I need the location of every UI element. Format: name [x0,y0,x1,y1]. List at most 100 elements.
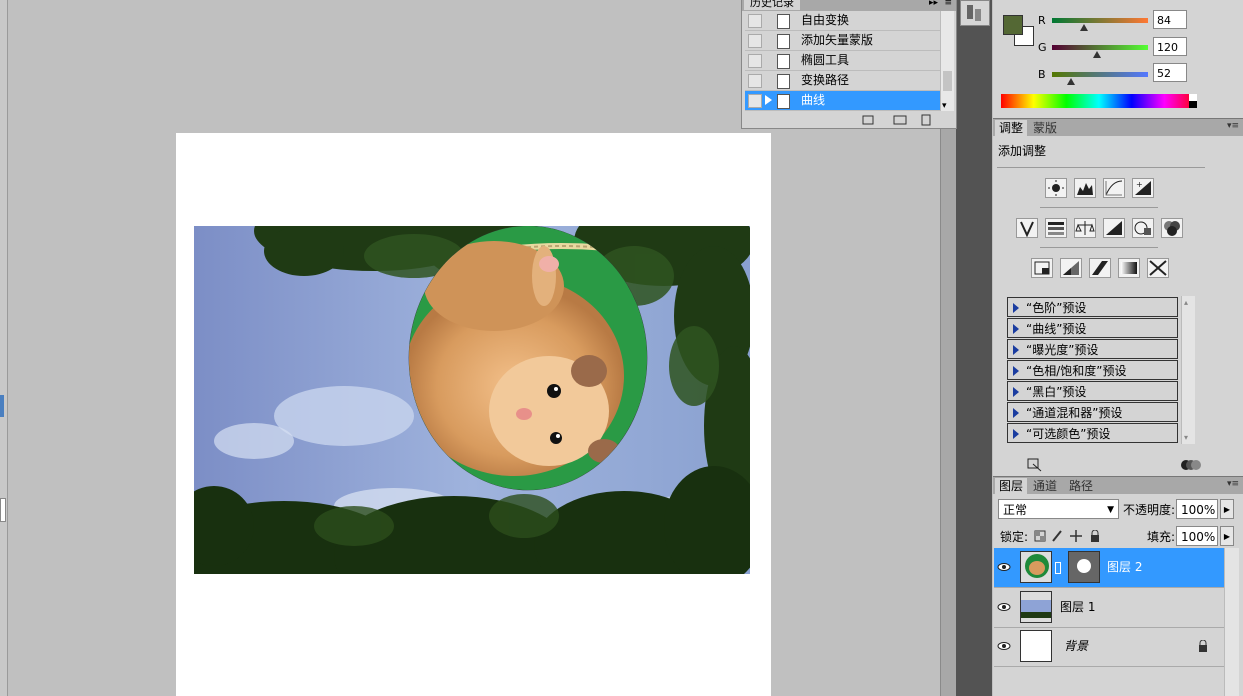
visibility-eye-icon[interactable] [997,600,1011,614]
lock-transparent-icon[interactable] [1034,530,1046,545]
panel-menu-icon[interactable]: ▾≡ [1227,479,1239,489]
tab-layers[interactable]: 图层 [995,478,1028,494]
preset-item[interactable]: “色阶”预设 [1007,297,1178,317]
scroll-down-icon[interactable]: ▾ [942,101,947,111]
opacity-field[interactable]: 100% [1176,499,1218,519]
opacity-arrow-button[interactable]: ▶ [1220,499,1234,519]
black-white-swatch[interactable] [1189,94,1197,108]
r-value-field[interactable]: 84 [1153,10,1187,29]
panel-menu-icon[interactable]: ▾≡ [1227,121,1239,131]
expand-triangle-icon[interactable] [1013,387,1019,397]
history-item-label: 变换路径 [801,73,850,87]
exposure-icon[interactable]: + [1132,178,1154,198]
scroll-up-icon[interactable]: ▴ [1184,298,1188,307]
black-white-icon[interactable] [1103,218,1125,238]
color-spectrum-bar[interactable] [1001,94,1197,108]
b-value-field[interactable]: 52 [1153,63,1187,82]
scroll-down-icon[interactable]: ▾ [1184,433,1188,442]
clip-to-layer-icon[interactable] [1027,458,1043,475]
scroll-thumb[interactable] [943,71,952,91]
preset-item[interactable]: “可选颜色”预设 [1007,423,1178,443]
lock-pixels-icon[interactable] [1051,530,1063,545]
r-slider-thumb[interactable] [1080,24,1088,31]
layer-name[interactable]: 图层 1 [1060,588,1095,627]
preset-item[interactable]: “色相/饱和度”预设 [1007,360,1178,380]
color-balance-icon[interactable] [1074,218,1096,238]
preset-item[interactable]: “曲线”预设 [1007,318,1178,338]
layer-row-background[interactable]: 背景 [994,627,1224,667]
layer-row-2[interactable]: 图层 2 [994,548,1224,588]
layer-thumbnail[interactable] [1020,591,1052,623]
selective-color-icon[interactable] [1147,258,1169,278]
expand-triangle-icon[interactable] [1013,303,1019,313]
r-slider[interactable] [1052,18,1148,23]
layer-row-1[interactable]: 图层 1 [994,588,1224,628]
expand-triangle-icon[interactable] [1013,429,1019,439]
hue-saturation-icon[interactable] [1045,218,1067,238]
layer-name[interactable]: 图层 2 [1107,548,1142,587]
preset-item[interactable]: “曝光度”预设 [1007,339,1178,359]
expand-triangle-icon[interactable] [1013,345,1019,355]
expand-triangle-icon[interactable] [1013,408,1019,418]
preset-item[interactable]: “通道混和器”预设 [1007,402,1178,422]
history-item[interactable]: 椭圆工具 [745,51,940,71]
g-value-field[interactable]: 120 [1153,37,1187,56]
history-item[interactable]: 曲线 [745,91,940,111]
chain-link-icon[interactable] [1055,562,1061,574]
trash-icon[interactable] [921,114,931,126]
history-item[interactable]: 添加矢量蒙版 [745,31,940,51]
threshold-icon[interactable] [1089,258,1111,278]
tab-paths[interactable]: 路径 [1065,478,1097,494]
b-slider-thumb[interactable] [1067,78,1075,85]
tab-adjustments[interactable]: 调整 [995,120,1028,136]
history-checkbox[interactable] [748,74,762,88]
fill-field[interactable]: 100% [1176,526,1218,546]
tab-channels[interactable]: 通道 [1029,478,1061,494]
photo-filter-icon[interactable] [1132,218,1154,238]
history-checkbox[interactable] [748,94,762,108]
channel-mixer-icon[interactable] [1161,218,1183,238]
expand-triangle-icon[interactable] [1013,324,1019,334]
layers-scrollbar[interactable] [1224,548,1239,696]
brightness-icon[interactable] [1045,178,1067,198]
vibrance-icon[interactable] [1016,218,1038,238]
history-checkbox[interactable] [748,14,762,28]
history-tab[interactable]: 历史记录 [744,0,800,10]
history-item[interactable]: 变换路径 [745,71,940,91]
panel-menu-icon[interactable]: ≡ [944,0,952,8]
history-checkbox[interactable] [748,34,762,48]
layer-name[interactable]: 背景 [1064,627,1088,666]
visibility-eye-icon[interactable] [997,560,1011,574]
adjustment-options-icon[interactable] [1180,458,1202,475]
gradient-map-icon[interactable] [1118,258,1140,278]
layer-thumbnail[interactable] [1020,630,1052,662]
composite-image[interactable] [194,226,750,574]
lock-position-icon[interactable] [1069,529,1083,546]
layer-thumbnail[interactable] [1020,551,1052,583]
collapse-icon[interactable]: ▸▸ [929,0,938,8]
curves-icon[interactable] [1103,178,1125,198]
lock-all-icon[interactable] [1089,529,1101,545]
g-slider-thumb[interactable] [1093,51,1101,58]
mask-thumbnail[interactable] [1068,551,1100,583]
history-checkbox[interactable] [748,54,762,68]
blend-mode-select[interactable]: 正常 ▼ [998,499,1119,519]
new-document-icon[interactable] [862,115,874,125]
g-slider[interactable] [1052,45,1148,50]
b-slider[interactable] [1052,72,1148,77]
visibility-eye-icon[interactable] [997,639,1011,653]
panel-dock-button[interactable] [960,0,990,26]
expand-triangle-icon[interactable] [1013,366,1019,376]
tab-masks[interactable]: 蒙版 [1029,120,1061,136]
levels-icon[interactable] [1074,178,1096,198]
snapshot-icon[interactable] [893,115,907,125]
history-scrollbar[interactable]: ▾ [940,11,954,111]
posterize-icon[interactable] [1060,258,1082,278]
presets-scrollbar[interactable]: ▴ ▾ [1181,296,1195,444]
preset-item[interactable]: “黑白”预设 [1007,381,1178,401]
foreground-color-swatch[interactable] [1003,15,1023,35]
fill-arrow-button[interactable]: ▶ [1220,526,1234,546]
history-item[interactable]: 自由变换 [745,11,940,31]
history-state-marker-icon[interactable] [765,95,772,105]
invert-icon[interactable] [1031,258,1053,278]
